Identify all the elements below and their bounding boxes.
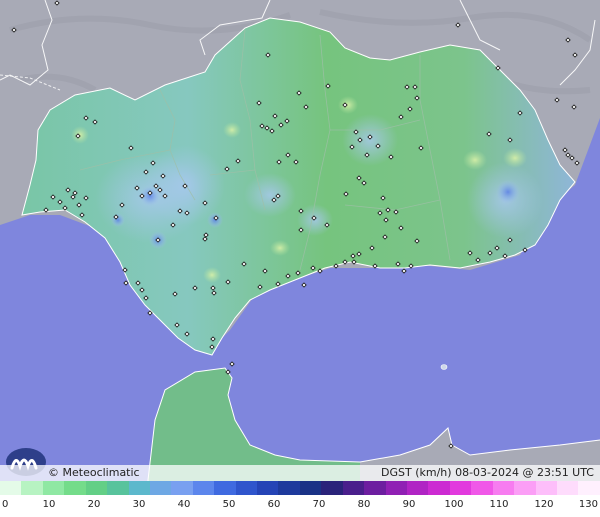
legend-swatch — [214, 481, 236, 495]
legend-swatch — [535, 481, 557, 495]
legend-label: 0 — [2, 499, 9, 510]
credit-text: © Meteoclimatic — [48, 466, 140, 479]
legend-label: 20 — [87, 499, 101, 510]
legend-swatch — [449, 481, 472, 495]
legend-label: 120 — [534, 499, 554, 510]
map-footer: © Meteoclimatic DGST (km/h) 08-03-2024 @… — [0, 465, 600, 481]
legend-swatch — [299, 481, 322, 495]
legend-swatch — [128, 481, 150, 495]
legend-swatch — [407, 481, 429, 495]
legend-swatch — [192, 481, 215, 495]
legend-swatch — [364, 481, 386, 495]
legend-swatch — [492, 481, 515, 495]
legend-swatch — [0, 481, 22, 495]
legend-swatch — [235, 481, 258, 495]
legend-label: 80 — [357, 499, 371, 510]
legend-swatch — [149, 481, 172, 495]
legend-swatch — [428, 481, 450, 495]
legend-label: 30 — [132, 499, 146, 510]
product-timestamp: DGST (km/h) 08-03-2024 @ 23:51 UTC — [381, 466, 594, 479]
legend-label: 110 — [489, 499, 509, 510]
legend-labels: 0 10 20 30 40 50 60 70 80 90 100 110 120 130 — [0, 497, 600, 517]
legend-label: 60 — [267, 499, 281, 510]
legend-swatch — [385, 481, 408, 495]
legend-swatch — [278, 481, 300, 495]
legend-swatch — [21, 481, 43, 495]
legend-swatch — [64, 481, 86, 495]
legend-label: 130 — [578, 499, 598, 510]
legend-swatch — [514, 481, 536, 495]
legend-swatch — [342, 481, 365, 495]
legend-label: 90 — [402, 499, 416, 510]
legend-label: 40 — [177, 499, 191, 510]
legend-swatch — [321, 481, 343, 495]
color-legend: 0 10 20 30 40 50 60 70 80 90 100 110 120 130 — [0, 481, 600, 517]
legend-swatch — [107, 481, 129, 495]
legend-swatch — [578, 481, 600, 495]
weather-map — [0, 0, 600, 517]
legend-label: 50 — [222, 499, 236, 510]
legend-color-bar — [0, 481, 600, 495]
legend-label: 100 — [444, 499, 464, 510]
legend-label: 70 — [312, 499, 326, 510]
legend-swatch — [85, 481, 108, 495]
legend-label: 10 — [42, 499, 56, 510]
legend-swatch — [257, 481, 279, 495]
legend-swatch — [556, 481, 579, 495]
legend-swatch — [42, 481, 65, 495]
legend-swatch — [171, 481, 193, 495]
legend-swatch — [471, 481, 493, 495]
